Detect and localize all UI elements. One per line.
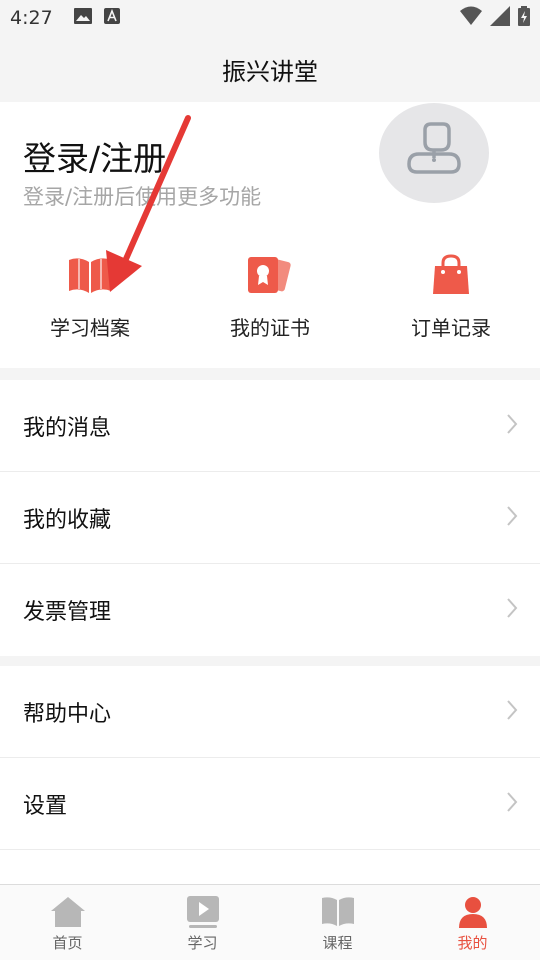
shopping-bag-icon <box>426 252 476 298</box>
chevron-right-icon <box>506 413 518 441</box>
tab-label: 我的 <box>457 934 488 952</box>
menu-item-messages[interactable]: 我的消息 <box>0 380 540 472</box>
profile-card: 登录/注册 登录/注册后使用更多功能 学习档案 我的证书 订单记录 <box>0 102 540 368</box>
tab-label: 课程 <box>322 934 353 952</box>
tab-courses[interactable]: 课程 <box>270 885 405 960</box>
menu-item-label: 发票管理 <box>23 600 112 625</box>
menu-item-label: 我的消息 <box>23 415 112 441</box>
screen: 4:27 振兴讲堂 登录/注册 登录/注册后使用更多功能 学习档案 我的证书 订… <box>0 0 540 960</box>
quick-order-records[interactable]: 订单记录 <box>381 252 521 352</box>
tab-mine[interactable]: 我的 <box>405 885 540 960</box>
menu-item-settings[interactable]: 设置 <box>0 758 540 850</box>
book-icon <box>65 252 115 298</box>
menu-item-invoices[interactable]: 发票管理 <box>0 564 540 656</box>
status-bar: 4:27 <box>0 0 540 36</box>
bottom-navigation: 首页 学习 课程 我的 <box>0 884 540 960</box>
menu-group-account: 我的消息 我的收藏 发票管理 <box>0 380 540 656</box>
tab-label: 首页 <box>52 934 83 952</box>
home-icon <box>49 894 87 930</box>
menu-item-label: 设置 <box>23 793 68 819</box>
avatar[interactable] <box>379 103 489 203</box>
quick-label: 我的证书 <box>230 316 310 340</box>
person-icon <box>454 894 492 930</box>
status-right <box>460 6 530 31</box>
battery-icon <box>518 6 530 31</box>
app-notification-icon <box>104 7 120 29</box>
image-notification-icon <box>74 7 92 29</box>
chevron-right-icon <box>506 597 518 625</box>
tab-study[interactable]: 学习 <box>135 885 270 960</box>
certificate-icon <box>245 252 295 298</box>
wifi-icon <box>460 6 482 31</box>
quick-label: 学习档案 <box>50 316 130 340</box>
menu-item-favorites[interactable]: 我的收藏 <box>0 472 540 564</box>
menu-item-help-center[interactable]: 帮助中心 <box>0 666 540 758</box>
play-icon <box>184 894 222 930</box>
book-icon <box>319 894 357 930</box>
menu-item-label: 帮助中心 <box>23 701 112 727</box>
login-register-link[interactable]: 登录/注册 <box>23 132 166 180</box>
quick-actions: 学习档案 我的证书 订单记录 <box>0 252 540 352</box>
quick-learning-archive[interactable]: 学习档案 <box>20 252 160 352</box>
page-title: 振兴讲堂 <box>0 36 540 102</box>
tab-label: 学习 <box>187 934 218 952</box>
status-time: 4:27 <box>10 7 53 29</box>
user-placeholder-icon <box>403 122 465 184</box>
login-subtitle: 登录/注册后使用更多功能 <box>23 185 262 209</box>
tab-home[interactable]: 首页 <box>0 885 135 960</box>
quick-my-certificates[interactable]: 我的证书 <box>200 252 340 352</box>
chevron-right-icon <box>506 791 518 819</box>
signal-icon <box>490 6 510 31</box>
quick-label: 订单记录 <box>411 316 491 340</box>
menu-group-support: 帮助中心 设置 <box>0 666 540 884</box>
chevron-right-icon <box>506 699 518 727</box>
chevron-right-icon <box>506 505 518 533</box>
menu-item-label: 我的收藏 <box>23 507 112 533</box>
